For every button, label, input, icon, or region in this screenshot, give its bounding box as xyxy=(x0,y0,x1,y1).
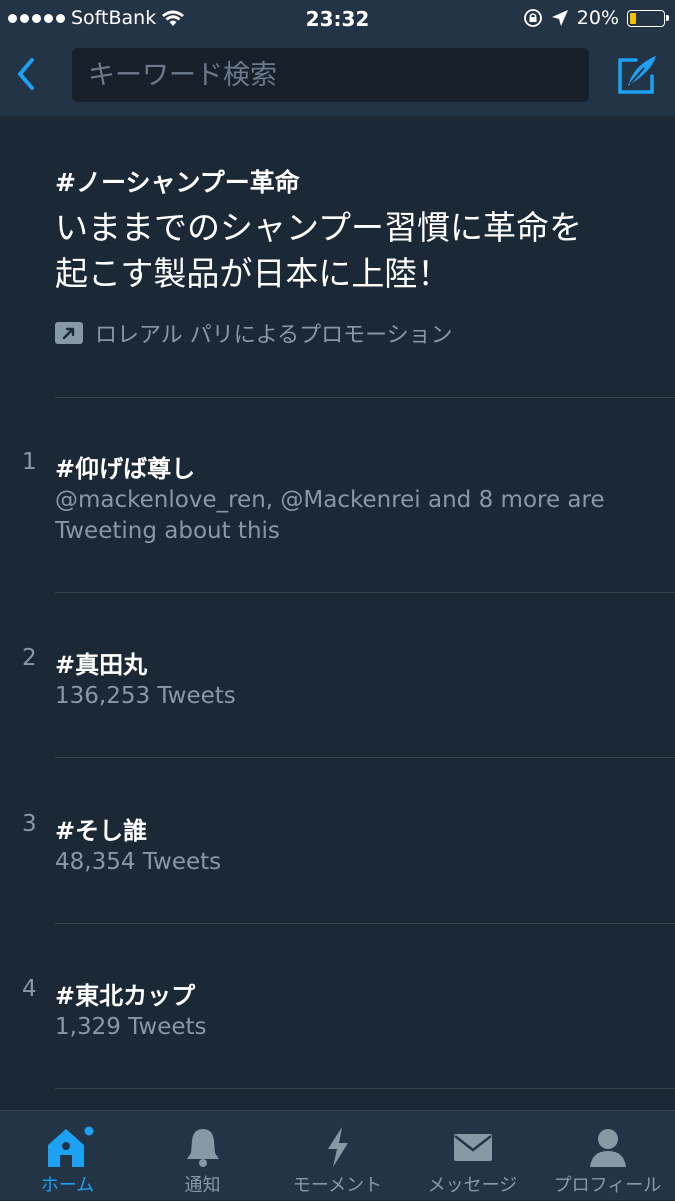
promoted-by-row: ロレアル パリによるプロモーション xyxy=(55,317,655,349)
top-bar: SoftBank 23:32 20% xyxy=(0,0,675,116)
tab-label: プロフィール xyxy=(553,1175,662,1196)
divider xyxy=(55,397,675,398)
divider xyxy=(55,757,675,758)
trend-rank: 2 xyxy=(22,645,37,671)
promoted-arrow-icon xyxy=(55,322,83,344)
lightning-icon xyxy=(327,1127,348,1167)
tab-label: ホーム xyxy=(40,1175,95,1196)
trend-item-4[interactable]: 4 #東北カップ 1,329 Tweets xyxy=(0,976,675,1056)
divider xyxy=(55,592,675,593)
trend-hashtag: #東北カップ xyxy=(55,982,196,1010)
chevron-left-icon xyxy=(18,58,34,90)
tab-moments[interactable]: モーメント xyxy=(270,1111,405,1201)
status-right: 20% xyxy=(523,7,669,29)
rotation-lock-icon xyxy=(523,9,542,27)
tab-profile[interactable]: プロフィール xyxy=(540,1111,675,1201)
trend-meta-line-2: Tweeting about this xyxy=(55,518,280,544)
person-icon xyxy=(589,1129,626,1167)
trend-meta-line-1: @mackenlove_ren, @Mackenrei and 8 more a… xyxy=(55,487,605,513)
trend-meta: 136,253 Tweets xyxy=(55,683,236,709)
battery-percent: 20% xyxy=(576,7,619,29)
tab-notifications[interactable]: 通知 xyxy=(135,1111,270,1201)
compose-button[interactable] xyxy=(612,50,662,100)
trend-rank: 4 xyxy=(22,976,37,1002)
back-button[interactable] xyxy=(8,52,48,96)
envelope-icon xyxy=(453,1134,492,1161)
promoted-by-label: ロレアル パリによるプロモーション xyxy=(95,323,453,348)
promoted-headline-line-1: いままでのシャンプー習慣に革命を xyxy=(55,208,583,247)
tab-messages[interactable]: メッセージ xyxy=(405,1111,540,1201)
promoted-hashtag: #ノーシャンプー革命 xyxy=(55,168,300,197)
battery-icon xyxy=(627,9,669,27)
tab-label: メッセージ xyxy=(427,1175,518,1196)
bell-icon xyxy=(186,1129,219,1167)
tab-label: モーメント xyxy=(292,1175,383,1196)
trend-hashtag: #仰げば尊し xyxy=(55,455,196,483)
search-field[interactable] xyxy=(72,48,589,102)
promoted-trend[interactable]: #ノーシャンプー革命 いままでのシャンプー習慣に革命を 起こす製品が日本に上陸！… xyxy=(55,163,655,349)
tab-home[interactable]: ホーム xyxy=(0,1111,135,1201)
trend-meta: 48,354 Tweets xyxy=(55,849,222,875)
search-input[interactable] xyxy=(72,48,589,102)
trend-rank: 1 xyxy=(22,449,37,475)
home-icon xyxy=(47,1126,93,1167)
divider xyxy=(55,923,675,924)
trend-hashtag: #そし誰 xyxy=(55,817,148,845)
location-arrow-icon xyxy=(551,10,568,26)
trend-meta: 1,329 Tweets xyxy=(55,1014,207,1040)
tab-label: 通知 xyxy=(184,1175,221,1196)
trend-meta: @mackenlove_ren, @Mackenrei and 8 more a… xyxy=(55,485,635,547)
trend-item-2[interactable]: 2 #真田丸 136,253 Tweets xyxy=(0,645,675,725)
trend-hashtag: #真田丸 xyxy=(55,651,148,679)
trend-rank: 3 xyxy=(22,811,37,837)
compose-icon xyxy=(618,56,656,94)
status-bar: SoftBank 23:32 20% xyxy=(0,0,675,38)
promoted-headline: いままでのシャンプー習慣に革命を 起こす製品が日本に上陸！ xyxy=(55,205,655,297)
trend-item-3[interactable]: 3 #そし誰 48,354 Tweets xyxy=(0,811,675,891)
divider xyxy=(55,1088,675,1089)
tab-bar: ホーム 通知 モーメント メッセージ プロフィール xyxy=(0,1110,675,1200)
trend-item-1[interactable]: 1 #仰げば尊し @mackenlove_ren, @Mackenrei and… xyxy=(0,449,675,559)
promoted-headline-line-2: 起こす製品が日本に上陸！ xyxy=(55,254,451,293)
